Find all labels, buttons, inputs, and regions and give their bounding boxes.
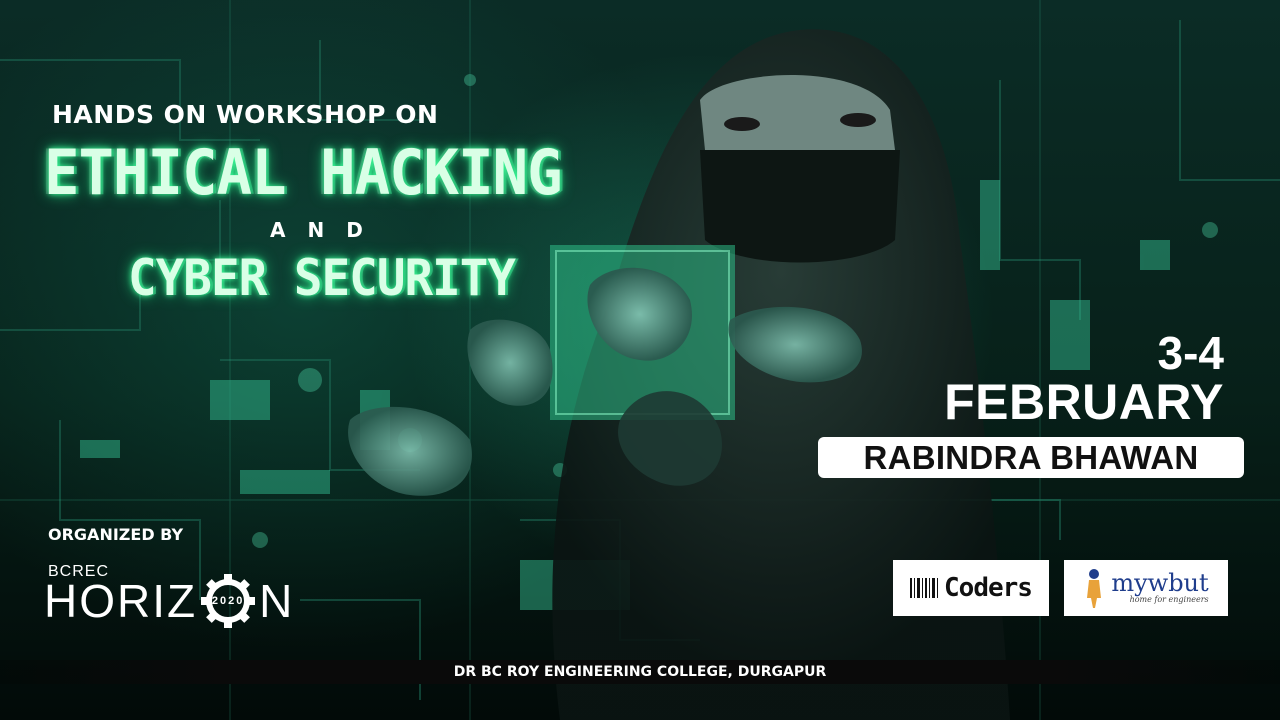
organized-by-label: ORGANIZED BY bbox=[48, 525, 184, 544]
title-cyber-security: CYBER SECURITY bbox=[128, 249, 516, 307]
figure-icon bbox=[1087, 569, 1102, 608]
date-days: 3-4 bbox=[1157, 327, 1224, 379]
organizer-brand-end: N bbox=[259, 575, 295, 627]
organizer-logo: HORIZ 2020 N bbox=[44, 572, 295, 630]
footer-college-name: DR BC ROY ENGINEERING COLLEGE, DURGAPUR bbox=[0, 660, 1280, 684]
venue-badge: RABINDRA BHAWAN bbox=[818, 437, 1244, 478]
sponsor-logo-coders: Coders bbox=[893, 560, 1049, 616]
poster: HANDS ON WORKSHOP ON ETHICAL HACKING AND… bbox=[0, 0, 1280, 720]
title-connector: AND bbox=[270, 218, 385, 242]
sponsor-name-coders: Coders bbox=[944, 573, 1033, 603]
gear-icon: 2020 bbox=[199, 572, 257, 630]
organizer-year: 2020 bbox=[211, 595, 245, 607]
workshop-subtitle: HANDS ON WORKSHOP ON bbox=[52, 100, 439, 129]
sponsor-logo-mywbut: mywbut home for engineers bbox=[1064, 560, 1228, 616]
organizer-brand-start: HORIZ bbox=[44, 575, 198, 627]
event-date: 3-4 FEBRUARY bbox=[944, 330, 1224, 428]
date-month: FEBRUARY bbox=[944, 374, 1224, 430]
sponsor-name-mywbut: mywbut bbox=[1111, 569, 1209, 597]
title-ethical-hacking: ETHICAL HACKING bbox=[44, 136, 563, 209]
barcode-icon bbox=[910, 578, 939, 598]
